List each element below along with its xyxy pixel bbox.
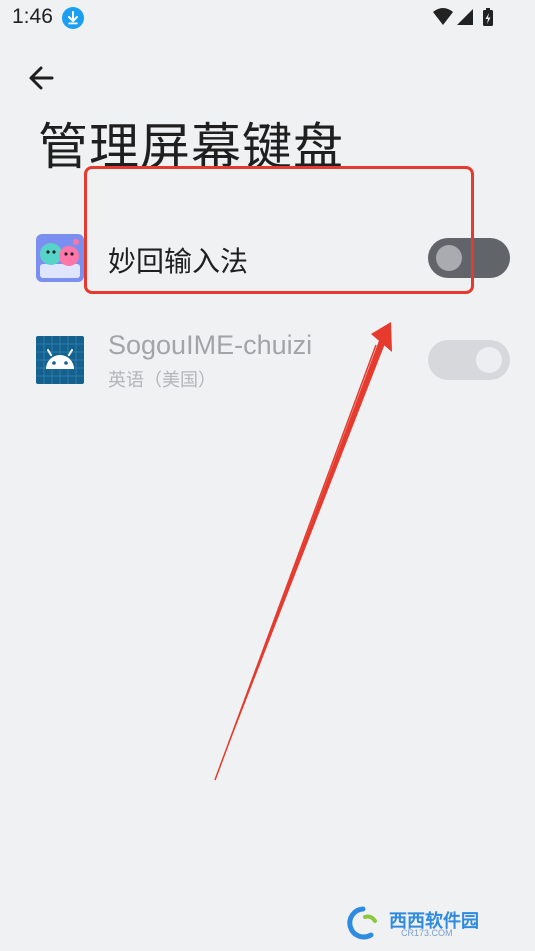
battery-charging-icon — [483, 8, 493, 26]
watermark-logo-icon — [347, 906, 377, 940]
keyboard-name: 妙回输入法 — [108, 245, 249, 278]
keyboard-language: 英语（美国） — [108, 370, 216, 391]
signal-icon — [457, 9, 473, 25]
miaohui-app-icon — [36, 234, 84, 282]
back-arrow-icon — [29, 66, 54, 90]
status-icons — [433, 7, 497, 29]
wifi-icon — [433, 8, 453, 25]
page-title: 管理屏幕键盘 — [38, 118, 344, 176]
download-icon — [62, 7, 84, 29]
keyboard-row-sogou[interactable]: SogouIME-chuizi 英语（美国） — [0, 322, 535, 402]
watermark-sub: CR173.COM — [401, 928, 453, 938]
watermark: 西西软件园 CR173.COM — [341, 905, 521, 941]
back-button[interactable] — [24, 60, 60, 96]
status-time: 1:46 — [12, 5, 53, 28]
miaohui-toggle[interactable] — [428, 238, 510, 278]
status-bar: 1:46 — [0, 0, 535, 36]
toggle-knob — [436, 245, 462, 271]
keyboard-name: SogouIME-chuizi — [108, 330, 313, 360]
android-app-icon — [36, 336, 84, 384]
keyboard-row-miaohui[interactable]: 妙回输入法 — [0, 216, 535, 306]
sogou-toggle[interactable] — [428, 340, 510, 380]
toggle-knob — [476, 347, 502, 373]
